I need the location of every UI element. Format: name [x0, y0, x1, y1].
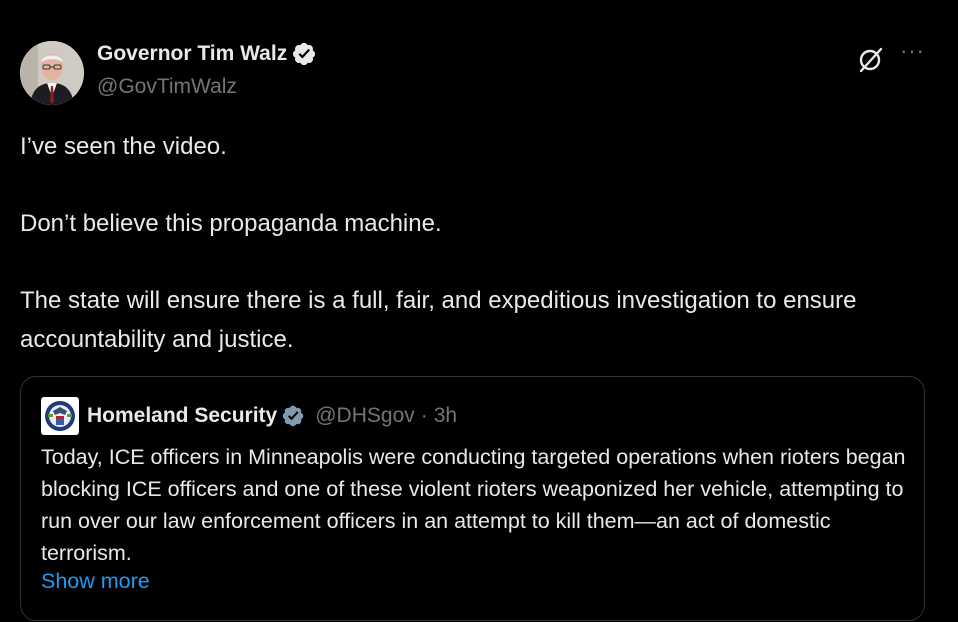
grok-icon[interactable] — [855, 45, 885, 75]
author-name[interactable]: Governor Tim Walz — [97, 42, 287, 66]
author-row: Governor Tim Walz — [97, 41, 317, 67]
quoted-header: Homeland Security @DHSgov · 3h — [41, 397, 457, 435]
quoted-timestamp[interactable]: 3h — [434, 404, 457, 428]
quoted-author-name[interactable]: Homeland Security — [87, 404, 277, 428]
show-more-link[interactable]: Show more — [41, 569, 150, 594]
quoted-text: Today, ICE officers in Minneapolis were … — [41, 445, 906, 565]
quoted-tweet[interactable]: Homeland Security @DHSgov · 3h Today, IC… — [20, 376, 925, 621]
more-options-icon[interactable]: ··· — [900, 38, 925, 64]
quoted-author-handle[interactable]: @DHSgov — [315, 404, 415, 428]
quoted-separator: · — [420, 404, 428, 427]
verified-badge-icon[interactable] — [291, 41, 317, 67]
verified-badge-icon[interactable] — [281, 404, 305, 428]
tweet-text: I’ve seen the video. Don’t believe this … — [20, 133, 857, 353]
dhs-seal-icon — [41, 397, 79, 435]
avatar[interactable] — [20, 41, 84, 105]
author-handle[interactable]: @GovTimWalz — [97, 75, 237, 99]
dhs-seal-logo[interactable] — [41, 397, 79, 435]
avatar-photo — [20, 41, 84, 105]
